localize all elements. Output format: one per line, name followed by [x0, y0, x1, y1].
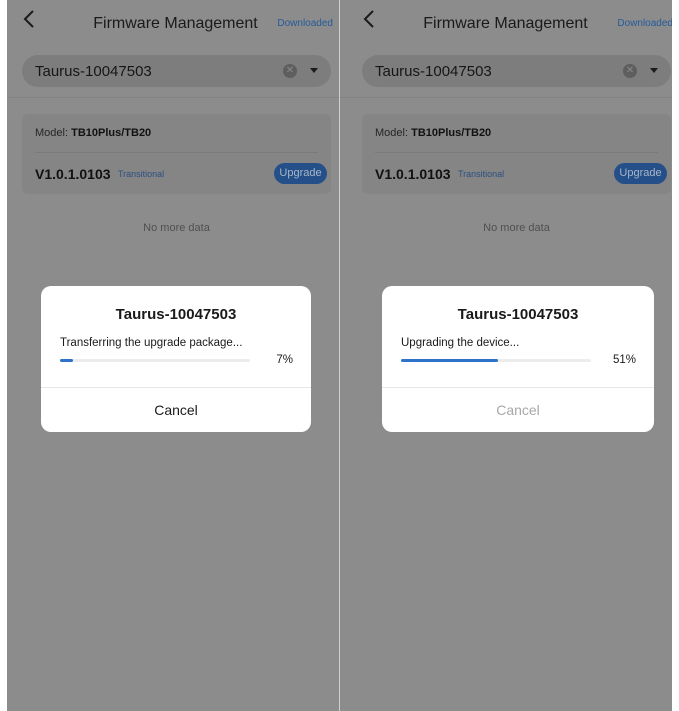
- progress-fill: [60, 359, 74, 362]
- progress-status: Transferring the upgrade package...: [60, 337, 243, 349]
- card-divider: [375, 152, 658, 153]
- header-divider: [0, 97, 339, 98]
- version-tag: Transitional: [458, 169, 505, 179]
- right-margin: [672, 0, 679, 711]
- no-more-data-text: No more data: [143, 222, 210, 234]
- clear-icon[interactable]: ✕: [623, 64, 637, 78]
- chevron-down-icon[interactable]: [650, 68, 658, 73]
- upgrade-progress-dialog: Taurus-10047503 Upgrading the device... …: [382, 286, 654, 432]
- model-label: Model:: [375, 127, 409, 139]
- progress-track: [401, 359, 591, 362]
- progress-status: Upgrading the device...: [401, 337, 520, 349]
- model-value: TB10Plus/TB20: [411, 127, 492, 139]
- progress-percent: 7%: [276, 354, 293, 366]
- downloaded-link[interactable]: Downloaded: [617, 18, 673, 29]
- progress-fill: [401, 359, 498, 362]
- dialog-title: Taurus-10047503: [115, 306, 237, 323]
- dialog-title: Taurus-10047503: [457, 306, 579, 323]
- chevron-down-icon[interactable]: [310, 68, 318, 73]
- downloaded-link[interactable]: Downloaded: [277, 18, 333, 29]
- device-selector-value: Taurus-10047503: [375, 63, 492, 80]
- screen-transferring: Firmware Management Downloaded Taurus-10…: [0, 0, 339, 711]
- no-more-data-text: No more data: [483, 222, 550, 234]
- nav-bar: Firmware Management Downloaded: [340, 0, 679, 46]
- upgrade-button[interactable]: Upgrade: [614, 163, 667, 184]
- firmware-card: Model: TB10Plus/TB20 V1.0.1.0103 Transit…: [22, 114, 331, 194]
- cancel-button: Cancel: [496, 402, 540, 418]
- device-selector-value: Taurus-10047503: [35, 63, 152, 80]
- firmware-card: Model: TB10Plus/TB20 V1.0.1.0103 Transit…: [362, 114, 671, 194]
- upgrade-button[interactable]: Upgrade: [274, 163, 327, 184]
- device-selector[interactable]: Taurus-10047503 ✕: [22, 55, 331, 87]
- cancel-button[interactable]: Cancel: [41, 402, 311, 418]
- left-margin: [0, 0, 7, 711]
- nav-bar: Firmware Management Downloaded: [0, 0, 339, 46]
- model-row: Model: TB10Plus/TB20: [375, 127, 491, 139]
- upgrade-progress-dialog: Taurus-10047503 Transferring the upgrade…: [41, 286, 311, 432]
- progress-percent: 51%: [612, 354, 636, 366]
- dialog-divider: [41, 387, 311, 388]
- screen-upgrading: Firmware Management Downloaded Taurus-10…: [340, 0, 679, 711]
- model-label: Model:: [35, 127, 69, 139]
- firmware-version: V1.0.1.0103: [35, 166, 111, 182]
- device-selector[interactable]: Taurus-10047503 ✕: [362, 55, 671, 87]
- card-divider: [35, 152, 318, 153]
- model-row: Model: TB10Plus/TB20: [35, 127, 151, 139]
- version-tag: Transitional: [118, 169, 165, 179]
- clear-icon[interactable]: ✕: [283, 64, 297, 78]
- model-value: TB10Plus/TB20: [71, 127, 152, 139]
- progress-track: [60, 359, 250, 362]
- dialog-divider: [382, 387, 654, 388]
- header-divider: [340, 97, 679, 98]
- firmware-version: V1.0.1.0103: [375, 166, 451, 182]
